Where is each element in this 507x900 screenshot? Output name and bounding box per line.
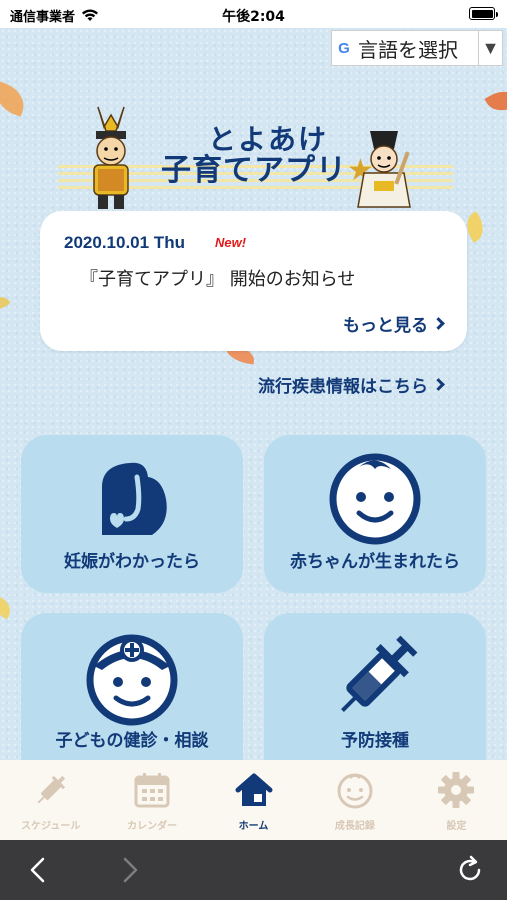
- clock: 午後2:04: [222, 9, 285, 25]
- calendar-icon: [134, 773, 170, 808]
- gear-icon: [438, 772, 475, 808]
- baby-face-icon: [329, 453, 421, 545]
- tile-pregnancy[interactable]: 妊娠がわかったら: [21, 435, 243, 593]
- tile-checkup[interactable]: 子どもの健診・相談: [21, 613, 243, 760]
- disease-info-label: 流行疾患情報はこちら: [258, 377, 428, 397]
- tile-checkup-label: 子どもの健診・相談: [55, 731, 209, 751]
- samurai-mascot-icon: [93, 106, 129, 209]
- home-icon: [235, 773, 273, 806]
- home-content[interactable]: G 言語を選択 ▼ とよあけ 子育てアプリ★ 2020.10.01 Thu Ne…: [0, 28, 507, 760]
- tab-growth-record[interactable]: 成長記録: [304, 760, 405, 840]
- leaf-decoration: [0, 81, 30, 117]
- tab-home[interactable]: ホーム: [203, 760, 304, 840]
- app-logo: とよあけ 子育てアプリ★: [58, 103, 453, 228]
- tab-schedule[interactable]: スケジュール: [0, 760, 101, 840]
- tile-pregnancy-label: 妊娠がわかったら: [64, 552, 200, 572]
- news-new-badge: New!: [215, 235, 247, 250]
- news-title[interactable]: 『子育てアプリ』 開始のお知らせ: [80, 265, 355, 291]
- chevron-right-icon: [432, 317, 445, 330]
- tile-baby-born[interactable]: 赤ちゃんが生まれたら: [264, 435, 486, 593]
- tab-schedule-label: スケジュール: [21, 821, 81, 832]
- back-arrow-icon[interactable]: [24, 855, 54, 885]
- tile-vaccination-label: 予防接種: [341, 731, 409, 751]
- news-card[interactable]: 2020.10.01 Thu New! 『子育てアプリ』 開始のお知らせ もっと…: [40, 211, 467, 351]
- language-select-label: 言語を選択: [358, 39, 458, 62]
- news-date: 2020.10.01 Thu: [64, 233, 185, 252]
- battery-icon: [469, 7, 498, 20]
- syringe-icon: [37, 775, 65, 804]
- baby-face-icon: [337, 773, 373, 809]
- leaf-decoration: [0, 291, 11, 315]
- tab-calendar[interactable]: カレンダー: [101, 760, 202, 840]
- pregnancy-icon: [102, 462, 167, 535]
- logo-title-line2: 子育てアプリ: [161, 153, 348, 189]
- news-more-link[interactable]: もっと見る: [343, 311, 445, 336]
- tab-settings-label: 設定: [446, 821, 467, 832]
- noble-mascot-icon: [357, 131, 411, 208]
- language-select[interactable]: G 言語を選択 ▼: [331, 30, 503, 66]
- browser-toolbar: [0, 840, 507, 900]
- reload-icon[interactable]: [455, 855, 485, 885]
- dropdown-arrow-icon: ▼: [478, 31, 502, 65]
- tab-calendar-label: カレンダー: [127, 821, 178, 832]
- checkup-icon: [86, 634, 178, 726]
- news-more-label: もっと見る: [343, 316, 428, 336]
- tab-home-label: ホーム: [238, 821, 269, 832]
- tab-settings[interactable]: 設定: [406, 760, 507, 840]
- google-icon: G: [338, 39, 350, 57]
- status-bar: 通信事業者 午後2:04: [0, 0, 507, 28]
- forward-arrow-icon[interactable]: [114, 855, 144, 885]
- tile-vaccination[interactable]: 予防接種: [264, 613, 486, 760]
- disease-info-link[interactable]: 流行疾患情報はこちら: [258, 372, 445, 397]
- tab-bar: スケジュール カレンダー ホーム 成長記録 設定: [0, 760, 507, 840]
- tab-growth-record-label: 成長記録: [334, 821, 375, 832]
- syringe-icon: [341, 635, 418, 712]
- tile-baby-born-label: 赤ちゃんが生まれたら: [290, 552, 460, 572]
- leaf-decoration: [484, 83, 507, 119]
- chevron-right-icon: [432, 378, 445, 391]
- leaf-decoration: [0, 596, 15, 620]
